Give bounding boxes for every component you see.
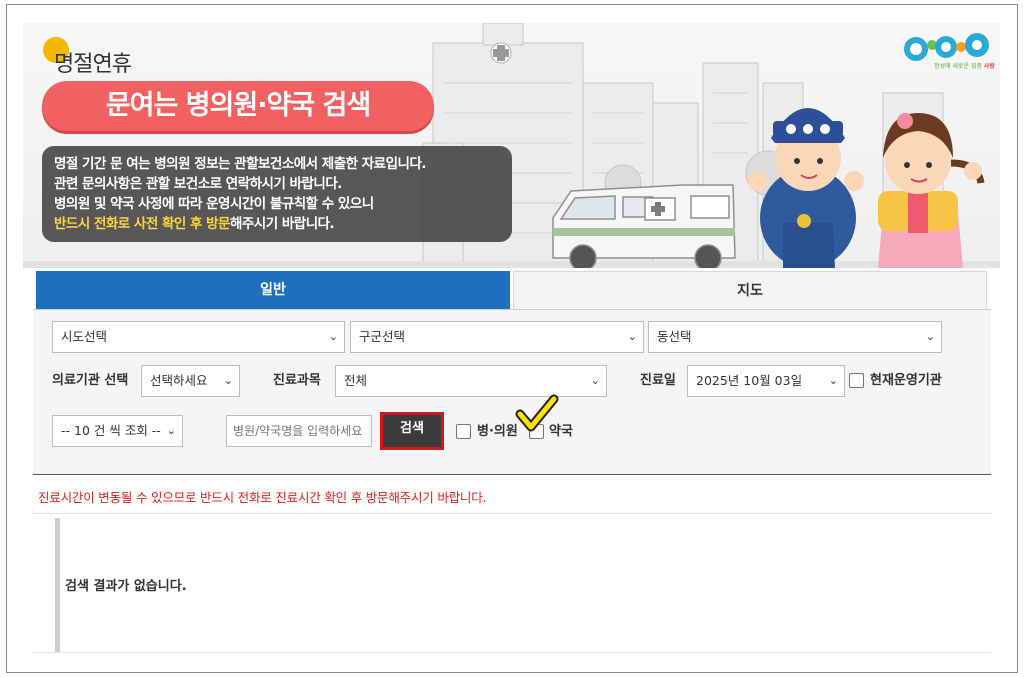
logo-slogan-a: 정성 xyxy=(934,63,946,70)
search-panel: 시도선택 ⌄ 구군선택 ⌄ 동선택 ⌄ 의료기관 선택 선택하세요 ⌄ 진료과목 전체 ⌄… xyxy=(33,309,991,475)
notice-box: 명절 기간 문 여는 병의원 정보는 관할보건소에서 제출한 자료입니다. 관련… xyxy=(42,146,512,242)
date-label: 진료일 xyxy=(640,373,676,388)
notice-line-last: 반드시 전화로 사전 확인 후 방문해주시기 바랍니다. xyxy=(54,214,500,234)
hospital-label: 병·의원 xyxy=(477,424,518,439)
chevron-down-icon: ⌄ xyxy=(223,374,233,387)
institution-label: 의료기관 선택 xyxy=(52,373,129,388)
chevron-down-icon: ⌄ xyxy=(166,424,176,437)
warning-text: 진료시간이 변동될 수 있으므로 반드시 전화로 진료시간 확인 후 방문해주시… xyxy=(38,490,487,505)
department-select[interactable]: 전체 ⌄ xyxy=(335,365,607,397)
chevron-down-icon: ⌄ xyxy=(328,330,338,343)
sido-select-value: 시도선택 xyxy=(61,329,108,344)
gugun-select-value: 구군선택 xyxy=(359,329,406,344)
egen-logo: 정성에 새로운 집중 사랑 xyxy=(900,27,995,77)
sido-select[interactable]: 시도선택 ⌄ xyxy=(52,321,345,353)
search-button[interactable]: 검색 xyxy=(380,412,444,450)
institution-select[interactable]: 선택하세요 ⌄ xyxy=(141,365,240,397)
chevron-down-icon: ⌄ xyxy=(828,374,838,387)
date-select-value: 2025년 10월 03일 xyxy=(696,373,803,388)
date-select[interactable]: 2025년 10월 03일 ⌄ xyxy=(687,365,845,397)
banner-title: 문여는 병의원·약국 검색 xyxy=(105,90,371,121)
hero-banner: 명절연휴 문여는 병의원·약국 검색 명절 기간 문 여는 병의원 정보는 관할… xyxy=(23,23,1000,268)
open-now-checkbox[interactable] xyxy=(849,373,864,388)
gugun-select[interactable]: 구군선택 ⌄ xyxy=(350,321,644,353)
check-mark-icon xyxy=(515,394,559,432)
dong-select[interactable]: 동선택 ⌄ xyxy=(648,321,942,353)
tab-map[interactable]: 지도 xyxy=(513,271,987,309)
page-size-value: -- 10 건 씩 조회 -- xyxy=(61,423,161,438)
hospital-checkbox[interactable] xyxy=(456,424,471,439)
notice-tail: 해주시기 바랍니다. xyxy=(229,216,335,232)
no-result-message: 검색 결과가 없습니다. xyxy=(65,579,187,594)
open-now-label: 현재운영기관 xyxy=(870,373,942,388)
chevron-down-icon: ⌄ xyxy=(627,330,637,343)
banner-subtitle: 명절연휴 xyxy=(54,52,132,77)
institution-select-value: 선택하세요 xyxy=(150,373,208,388)
logo-slogan-c: 사랑 xyxy=(983,63,995,70)
result-area: 검색 결과가 없습니다. xyxy=(33,513,991,653)
dong-select-value: 동선택 xyxy=(657,329,692,344)
department-label: 진료과목 xyxy=(273,373,321,388)
chevron-down-icon: ⌄ xyxy=(925,330,935,343)
notice-line: 관련 문의사항은 관할 보건소로 연락하시기 바랍니다. xyxy=(54,176,342,192)
notice-line: 병의원 및 약국 사정에 따라 운영시간이 불규칙할 수 있으니 xyxy=(54,196,374,212)
department-select-value: 전체 xyxy=(344,373,368,388)
notice-highlight: 반드시 전화로 사전 확인 후 방문 xyxy=(54,216,230,232)
chevron-down-icon: ⌄ xyxy=(590,374,600,387)
logo-mark-icon xyxy=(904,33,989,61)
page-size-select[interactable]: -- 10 건 씩 조회 -- ⌄ xyxy=(52,415,183,447)
logo-slogan: 정성에 새로운 집중 사랑 xyxy=(934,61,995,70)
name-search-input[interactable] xyxy=(226,415,372,447)
tab-general[interactable]: 일반 xyxy=(36,271,510,309)
logo-slogan-b: 에 새로운 집중 xyxy=(945,63,984,70)
notice-line: 명절 기간 문 여는 병의원 정보는 관할보건소에서 제출한 자료입니다. xyxy=(54,156,427,172)
result-accent-bar xyxy=(55,518,60,652)
banner-title-pill: 문여는 병의원·약국 검색 xyxy=(42,81,434,131)
